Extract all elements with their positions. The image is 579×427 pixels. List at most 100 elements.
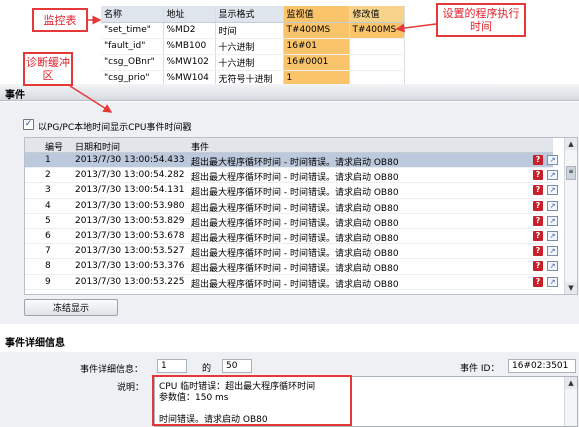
watch-row[interactable]: "fault_id" %MB100 十六进制 16#01 xyxy=(101,38,405,55)
event-datetime: 2013/7/30 13:00:53.980 xyxy=(75,200,185,211)
event-text: 超出最大程序循环时间 - 时间错误。请求启动 OB80 xyxy=(191,279,399,290)
events-section-bar xyxy=(0,84,579,101)
watch-col-monitor-value[interactable]: 监视值 xyxy=(283,6,350,23)
watch-cell-modify-value[interactable] xyxy=(349,54,405,71)
help-icon[interactable]: ? xyxy=(533,215,543,226)
scroll-up-icon[interactable]: ▲ xyxy=(565,377,577,389)
event-no: 9 xyxy=(45,276,51,287)
watch-cell-name[interactable]: "csg_OBnr" xyxy=(101,54,164,71)
event-row[interactable]: 9 2013/7/30 13:00:53.225 超出最大程序循环时间 - 时间… xyxy=(25,275,558,290)
cpu-local-time-label[interactable]: 以PG/PC本地时间显示CPU事件时间戳 xyxy=(38,120,191,133)
watch-cell-name[interactable]: "fault_id" xyxy=(101,38,164,55)
watch-cell-address[interactable]: %MB100 xyxy=(163,38,216,55)
scroll-thumb[interactable]: ≡ xyxy=(566,166,576,180)
event-text: 超出最大程序循环时间 - 时间错误。请求启动 OB80 xyxy=(191,264,399,275)
event-text: 超出最大程序循环时间 - 时间错误。请求启动 OB80 xyxy=(191,203,399,214)
watch-cell-format[interactable]: 时间 xyxy=(215,22,284,39)
watch-cell-monitor-value: 16#01 xyxy=(283,38,350,55)
watch-table-header: 名称 地址 显示格式 监视值 修改值 xyxy=(101,6,405,23)
event-row[interactable]: 1 2013/7/30 13:00:54.433 超出最大程序循环时间 - 时间… xyxy=(25,153,558,169)
events-col-event[interactable]: 事件 xyxy=(191,140,209,153)
watch-cell-format[interactable]: 十六进制 xyxy=(215,54,284,71)
event-row[interactable]: 7 2013/7/30 13:00:53.527 超出最大程序循环时间 - 时间… xyxy=(25,244,558,260)
event-no: 6 xyxy=(45,230,51,241)
event-no: 2 xyxy=(45,170,51,181)
event-datetime: 2013/7/30 13:00:53.527 xyxy=(75,246,185,257)
watch-col-modify-value[interactable]: 修改值 xyxy=(349,6,405,23)
detail-info-label: 事件详细信息： xyxy=(80,365,144,375)
event-no: 3 xyxy=(45,185,51,196)
event-datetime: 2013/7/30 13:00:54.282 xyxy=(75,170,185,181)
events-col-datetime[interactable]: 日期和时间 xyxy=(75,140,120,153)
watch-col-address[interactable]: 地址 xyxy=(163,6,216,23)
watch-cell-monitor-value: 16#0001 xyxy=(283,54,350,71)
event-no: 7 xyxy=(45,246,51,257)
event-row[interactable]: 8 2013/7/30 13:00:53.376 超出最大程序循环时间 - 时间… xyxy=(25,259,558,275)
open-in-editor-icon[interactable]: ↗ xyxy=(547,170,558,181)
event-row[interactable]: 4 2013/7/30 13:00:53.980 超出最大程序循环时间 - 时间… xyxy=(25,199,558,214)
event-text: 超出最大程序循环时间 - 时间错误。请求启动 OB80 xyxy=(191,158,399,168)
event-datetime: 2013/7/30 13:00:53.678 xyxy=(75,230,185,241)
help-icon[interactable]: ? xyxy=(533,185,543,196)
help-icon[interactable]: ? xyxy=(533,261,543,272)
watch-cell-name[interactable]: "set_time" xyxy=(101,22,164,39)
watch-cell-modify-value[interactable]: T#400MS xyxy=(349,22,405,39)
detail-of-label: 的 xyxy=(202,364,212,374)
watch-table: 名称 地址 显示格式 监视值 修改值 "set_time" %MD2 时间 T#… xyxy=(101,6,405,87)
open-in-editor-icon[interactable]: ↗ xyxy=(547,246,558,257)
event-row[interactable]: 2 2013/7/30 13:00:54.282 超出最大程序循环时间 - 时间… xyxy=(25,168,558,184)
diagnostic-buffer-grid: 编号 日期和时间 事件 1 2013/7/30 13:00:54.433 超出最… xyxy=(24,137,578,295)
event-text: 超出最大程序循环时间 - 时间错误。请求启动 OB80 xyxy=(191,249,399,260)
watch-cell-monitor-value: T#400MS xyxy=(283,22,350,39)
watch-row[interactable]: "set_time" %MD2 时间 T#400MS T#400MS xyxy=(101,22,405,39)
watch-cell-address[interactable]: %MD2 xyxy=(163,22,216,39)
description-highlight-box xyxy=(152,375,352,426)
events-col-no[interactable]: 编号 xyxy=(45,140,63,153)
event-row[interactable]: 3 2013/7/30 13:00:54.131 超出最大程序循环时间 - 时间… xyxy=(25,183,558,199)
event-datetime: 2013/7/30 13:00:53.376 xyxy=(75,261,185,272)
scroll-down-icon[interactable]: ▼ xyxy=(565,282,577,294)
watch-row[interactable]: "csg_OBnr" %MW102 十六进制 16#0001 xyxy=(101,54,405,71)
help-icon[interactable]: ? xyxy=(533,155,543,165)
details-heading: 事件详细信息 xyxy=(5,338,65,349)
open-in-editor-icon[interactable]: ↗ xyxy=(547,215,558,226)
help-icon[interactable]: ? xyxy=(533,230,543,241)
open-in-editor-icon[interactable]: ↗ xyxy=(547,276,558,287)
event-no: 5 xyxy=(45,215,51,226)
event-no: 1 xyxy=(45,155,51,165)
watch-cell-address[interactable]: %MW102 xyxy=(163,54,216,71)
description-label: 说明： xyxy=(117,383,145,393)
event-row[interactable]: 5 2013/7/30 13:00:53.829 超出最大程序循环时间 - 时间… xyxy=(25,214,558,229)
help-icon[interactable]: ? xyxy=(533,246,543,257)
help-icon[interactable]: ? xyxy=(533,200,543,211)
open-in-editor-icon[interactable]: ↗ xyxy=(547,185,558,196)
detail-index-input[interactable]: 1 xyxy=(157,359,187,373)
event-text: 超出最大程序循环时间 - 时间错误。请求启动 OB80 xyxy=(191,173,399,184)
help-icon[interactable]: ? xyxy=(533,276,543,287)
cpu-local-time-checkbox[interactable]: ✓ xyxy=(23,119,34,130)
event-datetime: 2013/7/30 13:00:53.225 xyxy=(75,276,185,287)
event-row[interactable]: 6 2013/7/30 13:00:53.678 超出最大程序循环时间 - 时间… xyxy=(25,229,558,245)
event-text: 超出最大程序循环时间 - 时间错误。请求启动 OB80 xyxy=(191,233,399,244)
open-in-editor-icon[interactable]: ↗ xyxy=(547,230,558,241)
event-datetime: 2013/7/30 13:00:54.433 xyxy=(75,155,185,165)
event-no: 8 xyxy=(45,261,51,272)
watch-col-name[interactable]: 名称 xyxy=(101,6,164,23)
description-scrollbar[interactable]: ▲ xyxy=(564,377,577,426)
help-icon[interactable]: ? xyxy=(533,170,543,181)
watch-table-callout: 监控表 xyxy=(32,8,88,32)
open-in-editor-icon[interactable]: ↗ xyxy=(547,200,558,211)
event-datetime: 2013/7/30 13:00:54.131 xyxy=(75,185,185,196)
freeze-display-button[interactable]: 冻结显示 xyxy=(24,299,118,316)
open-in-editor-icon[interactable]: ↗ xyxy=(547,261,558,272)
watch-col-format[interactable]: 显示格式 xyxy=(215,6,284,23)
events-scrollbar[interactable]: ▲ ≡ ▼ xyxy=(564,138,577,294)
event-no: 4 xyxy=(45,200,51,211)
events-rows: 1 2013/7/30 13:00:54.433 超出最大程序循环时间 - 时间… xyxy=(25,153,558,290)
scroll-up-icon[interactable]: ▲ xyxy=(565,138,577,150)
watch-cell-format[interactable]: 十六进制 xyxy=(215,38,284,55)
event-id-field: 16#02:3501 xyxy=(508,359,576,373)
events-heading: 事件 xyxy=(5,90,25,101)
watch-cell-modify-value[interactable] xyxy=(349,38,405,55)
open-in-editor-icon[interactable]: ↗ xyxy=(547,155,558,165)
